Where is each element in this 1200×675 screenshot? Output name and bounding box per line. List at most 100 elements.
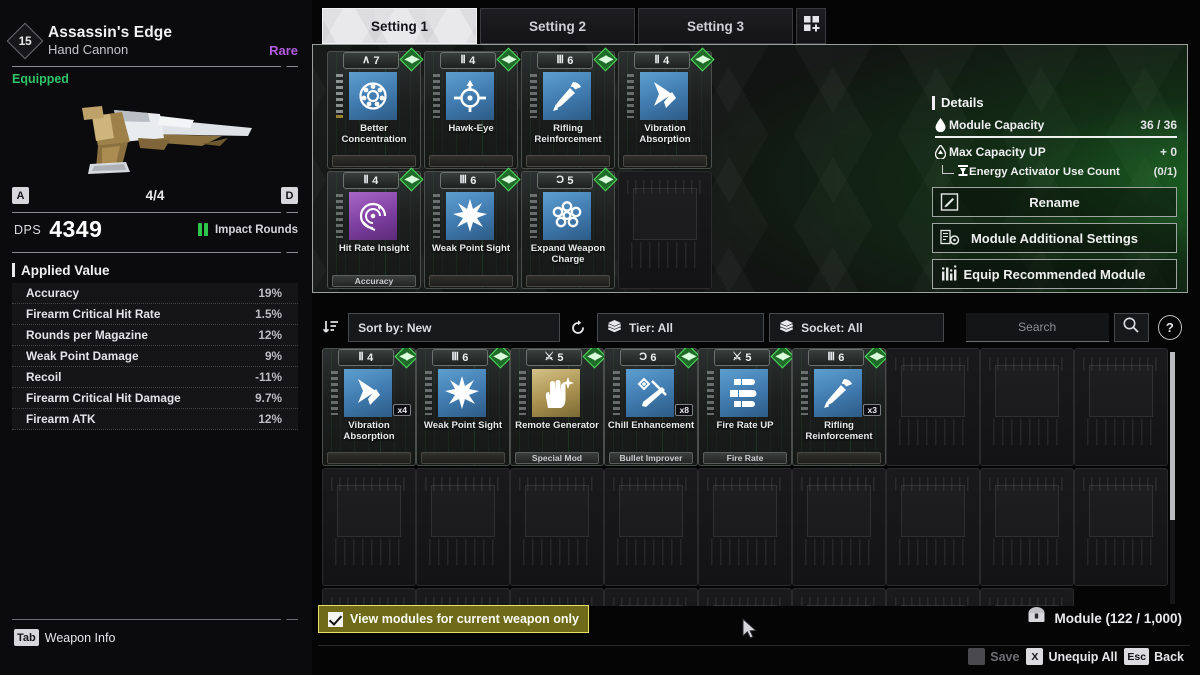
empty-module-slot[interactable]: [604, 588, 698, 606]
rename-button[interactable]: Rename: [932, 187, 1177, 217]
empty-module-slot[interactable]: [510, 588, 604, 606]
activator-icon: [957, 164, 969, 180]
module-tier-glyph: Ⅱ: [460, 54, 467, 66]
help-button[interactable]: ?: [1157, 315, 1182, 340]
socket-filter-dropdown[interactable]: Socket: All: [769, 313, 944, 342]
stat-value: 12%: [258, 327, 282, 342]
energy-activator-row: Energy Activator Use Count (0/1): [932, 162, 1177, 181]
refresh-icon[interactable]: [565, 313, 592, 342]
empty-module-slot[interactable]: [416, 468, 510, 586]
module-card[interactable]: Ⅱ 4 ◀▶ Vibration Absorption x4: [322, 348, 419, 466]
module-additional-settings-button[interactable]: Module Additional Settings: [932, 223, 1177, 253]
tab-setting-3[interactable]: Setting 3: [638, 8, 793, 44]
module-tier-glyph: Ⅲ: [827, 351, 836, 363]
empty-module-slot[interactable]: [980, 588, 1074, 606]
module-socket-icon: ◀▶: [690, 47, 715, 72]
scrollbar-thumb[interactable]: [1170, 352, 1175, 520]
empty-module-slot[interactable]: [618, 171, 712, 289]
tab-setting-2[interactable]: Setting 2: [480, 8, 635, 44]
dps-row: DPS 4349 Impact Rounds: [0, 213, 312, 249]
bullets-rate-icon: [720, 369, 768, 417]
stat-name: Weak Point Damage: [26, 348, 139, 363]
tab-label: Setting 1: [370, 18, 428, 34]
module-card[interactable]: Ⅱ 4 ◀▶ Vibration Absorption: [618, 47, 715, 169]
empty-module-slot[interactable]: [322, 468, 416, 586]
module-capacity-ladder: [519, 371, 526, 415]
next-weapon-key[interactable]: D: [281, 187, 298, 205]
add-preset-button[interactable]: [796, 8, 826, 44]
empty-module-slot[interactable]: [510, 468, 604, 586]
hand-spark-icon: [532, 369, 580, 417]
empty-module-slot[interactable]: [886, 468, 980, 586]
empty-module-slot[interactable]: [980, 468, 1074, 586]
module-capacity-ladder: [331, 371, 338, 415]
crosshair-icon: [446, 72, 494, 120]
checkbox-label: View modules for current weapon only: [350, 612, 579, 626]
empty-module-slot[interactable]: [604, 468, 698, 586]
chevron-arrow-icon: [640, 72, 688, 120]
tab-setting-1[interactable]: Setting 1: [322, 8, 477, 44]
module-card[interactable]: Ⅲ 6 ◀▶ Rifling Reinforcement: [521, 47, 618, 169]
checkbox-indicator[interactable]: [328, 611, 343, 627]
pencil-note-icon: [940, 193, 959, 212]
module-tier-number: 5: [567, 174, 574, 187]
module-footer-tag: Special Mod: [515, 452, 599, 464]
empty-module-slot[interactable]: [322, 588, 416, 606]
empty-module-slot[interactable]: [416, 588, 510, 606]
stat-name: Firearm Critical Hit Damage: [26, 390, 181, 405]
bullet-slash-icon: [543, 72, 591, 120]
weapon-level-value: 15: [18, 34, 32, 49]
tier-filter-label: Tier: All: [628, 320, 673, 335]
module-capacity-row: Module Capacity 36 / 36: [932, 115, 1177, 135]
module-footer-tag: [429, 155, 513, 167]
module-card[interactable]: ⚔ 5 ◀▶ Remote Generator Special Mod: [510, 348, 607, 466]
module-card[interactable]: Ⅲ 6 ◀▶ Weak Point Sight: [424, 167, 521, 289]
module-tier-glyph: ⚔: [544, 351, 555, 363]
empty-module-slot[interactable]: [792, 588, 886, 606]
module-card[interactable]: Ɔ 5 ◀▶ Expand Weapon Charge: [521, 167, 618, 289]
empty-module-slot[interactable]: [1074, 468, 1168, 586]
empty-module-slot[interactable]: [698, 468, 792, 586]
empty-module-slot[interactable]: [1074, 348, 1168, 466]
empty-module-slot[interactable]: [792, 468, 886, 586]
cluster-dots-icon: [543, 192, 591, 240]
module-name: Rifling Reinforcement: [534, 123, 602, 145]
module-tier-badge: Ⅲ6: [432, 349, 488, 366]
sort-by-label: Sort by: New: [358, 320, 432, 335]
search-input[interactable]: Search: [965, 313, 1109, 342]
applied-value-list: Accuracy 19% Firearm Critical Hit Rate 1.5%…: [0, 282, 312, 430]
hint-unequip-all[interactable]: X Unequip All: [1026, 648, 1117, 665]
sort-by-dropdown[interactable]: Sort by: New: [348, 313, 560, 342]
equip-recommended-module-button[interactable]: Equip Recommended Module: [932, 259, 1177, 289]
search-button[interactable]: [1113, 313, 1149, 342]
module-card[interactable]: Ⅲ 6 ◀▶ Weak Point Sight: [416, 348, 513, 466]
sort-descending-icon[interactable]: [318, 313, 343, 342]
empty-module-slot[interactable]: [886, 348, 980, 466]
module-socket-icon: ◀▶: [496, 167, 521, 192]
module-equip-screen: 15 Assassin's Edge Hand Cannon Rare Equi…: [0, 0, 1200, 675]
hint-key: [968, 648, 986, 665]
chevron-arrow-icon: [344, 369, 392, 417]
module-card[interactable]: Ɔ 6 ◀▶ Chill Enhancement x8 Bullet Improver: [604, 348, 701, 466]
current-weapon-only-checkbox[interactable]: View modules for current weapon only: [318, 605, 589, 633]
prev-weapon-key[interactable]: A: [12, 187, 29, 205]
module-card[interactable]: Ⅲ 6 ◀▶ Rifling Reinforcement x3: [792, 348, 889, 466]
module-card[interactable]: ⚔ 5 ◀▶ Fire Rate UP Fire Rate: [698, 348, 795, 466]
module-tier-glyph: ∧: [362, 54, 371, 66]
empty-module-slot[interactable]: [698, 588, 792, 606]
burst-star-icon: [438, 369, 486, 417]
empty-module-slot[interactable]: [886, 588, 980, 606]
module-card[interactable]: ∧ 7 ◀▶ Better Concentration: [327, 47, 424, 169]
inventory-scrollbar[interactable]: [1170, 352, 1175, 604]
droplet-up-icon: [932, 145, 949, 159]
hint-key: Esc: [1124, 648, 1150, 665]
empty-module-slot[interactable]: [980, 348, 1074, 466]
weapon-level-badge: 15: [6, 22, 44, 60]
hint-save[interactable]: Save: [968, 648, 1019, 665]
module-card[interactable]: Ⅱ 4 ◀▶ Hit Rate Insight Accuracy: [327, 167, 424, 289]
weapon-info-key[interactable]: Tab: [14, 629, 39, 646]
module-card[interactable]: Ⅱ 4 ◀▶ Hawk-Eye: [424, 47, 521, 169]
weapon-type: Hand Cannon: [48, 42, 129, 58]
hint-back[interactable]: Esc Back: [1124, 648, 1184, 665]
tier-filter-dropdown[interactable]: Tier: All: [596, 313, 765, 342]
